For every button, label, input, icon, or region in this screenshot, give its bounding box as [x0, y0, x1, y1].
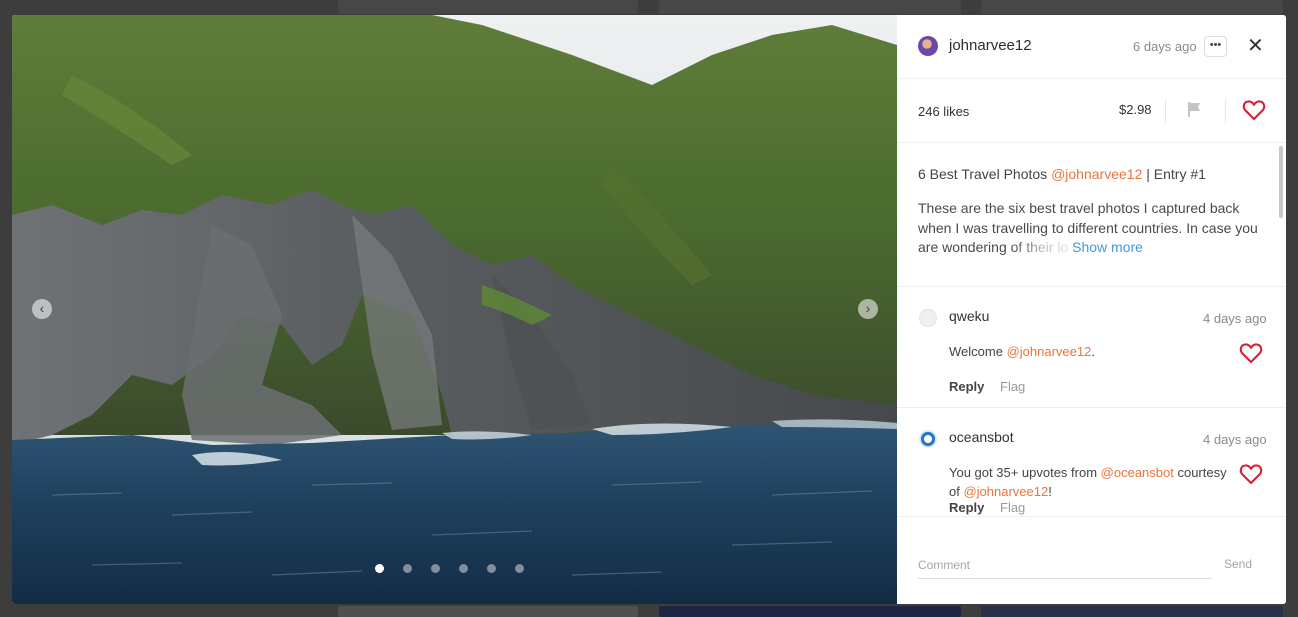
background-card: [981, 606, 1283, 617]
post-body-faded: of their lo: [1010, 239, 1069, 255]
landscape-photo: [12, 15, 897, 604]
like-post-button[interactable]: [1242, 99, 1266, 126]
like-comment-button[interactable]: [1239, 463, 1263, 490]
comment-time: 4 days ago: [1203, 311, 1267, 326]
comment-time: 4 days ago: [1203, 432, 1267, 447]
commenter-username[interactable]: oceansbot: [949, 429, 1014, 445]
show-more-link[interactable]: Show more: [1072, 239, 1143, 255]
slide-dot[interactable]: [487, 564, 496, 573]
scrollbar-thumb[interactable]: [1279, 146, 1283, 218]
slide-dot[interactable]: [459, 564, 468, 573]
post-stats: 246 likes $2.98: [897, 79, 1286, 143]
reply-button[interactable]: Reply: [949, 379, 984, 394]
like-comment-button[interactable]: [1239, 342, 1263, 369]
post-title-text: 6 Best Travel Photos: [918, 166, 1052, 182]
flag-comment-button[interactable]: Flag: [1000, 379, 1025, 394]
commenter-avatar[interactable]: [919, 430, 937, 448]
post-header: johnarvee12 6 days ago ••• ✕: [897, 15, 1286, 79]
slide-dot[interactable]: [375, 564, 384, 573]
background-card: [659, 0, 961, 14]
comment-text-part: You got 35+ upvotes from: [949, 465, 1101, 480]
mention-link[interactable]: @oceansbot: [1101, 465, 1174, 480]
previous-photo-button[interactable]: ‹: [32, 299, 52, 319]
post-content-scroll[interactable]: 6 Best Travel Photos @johnarvee12 | Entr…: [897, 144, 1286, 516]
post-title: 6 Best Travel Photos @johnarvee12 | Entr…: [918, 166, 1206, 182]
mention-link[interactable]: @johnarvee12: [963, 484, 1048, 499]
post-body: These are the six best travel photos I c…: [918, 199, 1263, 258]
close-icon: ✕: [1247, 35, 1264, 57]
mention-link[interactable]: @johnarvee12: [1051, 166, 1142, 182]
comment-text: You got 35+ upvotes from @oceansbot cour…: [949, 463, 1235, 501]
post-modal: ‹ › johnarvee12 6 days ago ••• ✕ 246 lik…: [12, 15, 1286, 604]
more-options-button[interactable]: •••: [1204, 36, 1227, 57]
background-card: [981, 0, 1283, 14]
likes-count[interactable]: 246 likes: [918, 104, 969, 119]
author-avatar[interactable]: [918, 36, 938, 56]
chevron-right-icon: ›: [865, 300, 871, 316]
flag-icon: [1188, 102, 1200, 117]
payout-value: $2.98: [1119, 102, 1152, 117]
background-card: [659, 606, 961, 617]
heart-icon: [1242, 100, 1266, 121]
comment-input[interactable]: [918, 551, 1212, 579]
more-icon: •••: [1209, 39, 1222, 51]
close-button[interactable]: ✕: [1247, 35, 1264, 57]
heart-icon: [1239, 343, 1263, 364]
post-title-suffix: | Entry #1: [1142, 166, 1206, 182]
comment-item: qweku 4 days ago Welcome @johnarvee12. R…: [897, 286, 1286, 406]
background-card: [338, 606, 638, 617]
chevron-left-icon: ‹: [39, 300, 45, 316]
send-button[interactable]: Send: [1224, 557, 1252, 571]
post-time: 6 days ago: [1133, 39, 1197, 54]
commenter-username[interactable]: qweku: [949, 308, 989, 324]
post-side-panel: johnarvee12 6 days ago ••• ✕ 246 likes $…: [897, 15, 1286, 604]
comment-text-part: !: [1048, 484, 1052, 499]
slide-dot[interactable]: [515, 564, 524, 573]
background-card: [338, 0, 638, 14]
divider: [1165, 99, 1166, 123]
scrollbar[interactable]: [1279, 144, 1283, 516]
next-photo-button[interactable]: ›: [858, 299, 878, 319]
reply-button[interactable]: Reply: [949, 500, 984, 515]
slide-dot[interactable]: [431, 564, 440, 573]
comment-text-part: .: [1091, 344, 1095, 359]
photo-gallery[interactable]: ‹ ›: [12, 15, 897, 604]
author-username[interactable]: johnarvee12: [949, 37, 1032, 54]
mention-link[interactable]: @johnarvee12: [1007, 344, 1092, 359]
comment-text-part: Welcome: [949, 344, 1007, 359]
divider: [1225, 99, 1226, 123]
slide-dot[interactable]: [403, 564, 412, 573]
comment-text: Welcome @johnarvee12.: [949, 342, 1235, 361]
flag-post-button[interactable]: [1187, 101, 1203, 123]
commenter-avatar[interactable]: [919, 309, 937, 327]
slide-indicator: [375, 564, 524, 573]
flag-comment-button[interactable]: Flag: [1000, 500, 1025, 515]
comment-composer: Send: [897, 516, 1286, 604]
heart-icon: [1239, 464, 1263, 485]
comment-item: oceansbot 4 days ago You got 35+ upvotes…: [897, 407, 1286, 516]
